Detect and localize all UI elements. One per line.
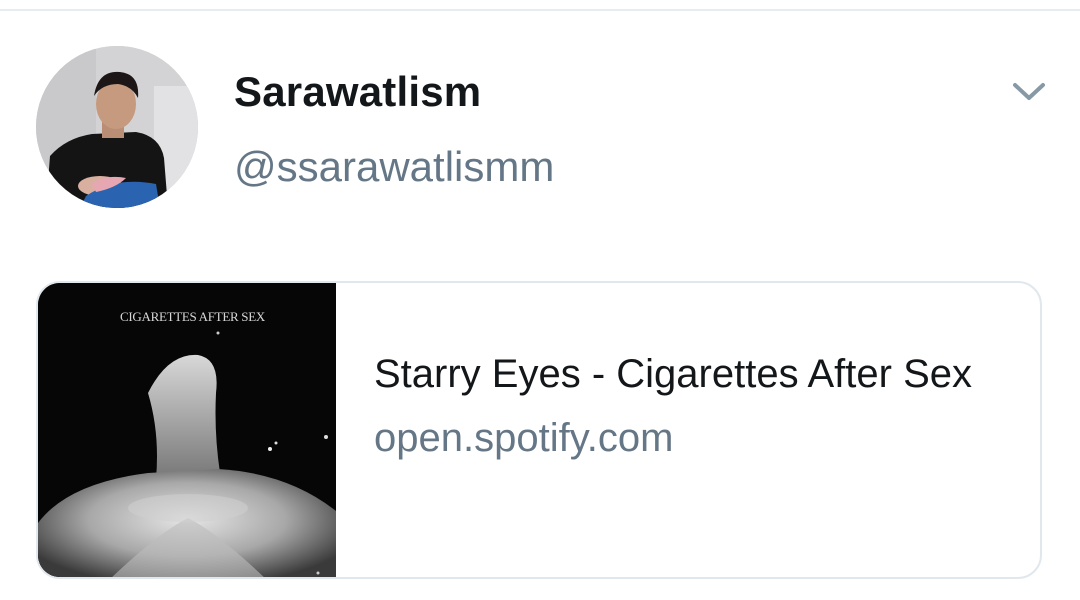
card-title: Starry Eyes - Cigarettes After Sex (374, 352, 972, 396)
tweet: Sarawatlism @ssarawatlismm CIGARETTES AF… (0, 0, 1080, 600)
display-name[interactable]: Sarawatlism (234, 68, 481, 116)
divider (0, 9, 1080, 11)
album-art-text: CIGARETTES AFTER SEX (120, 309, 265, 324)
chevron-down-icon[interactable] (1010, 78, 1048, 106)
card-text: Starry Eyes - Cigarettes After Sex open.… (374, 345, 1014, 467)
user-handle[interactable]: @ssarawatlismm (234, 143, 554, 191)
avatar[interactable] (36, 46, 198, 208)
link-card[interactable]: CIGARETTES AFTER SEX Starry Eyes - Cigar… (36, 281, 1042, 579)
album-art: CIGARETTES AFTER SEX (38, 283, 336, 577)
card-domain: open.spotify.com (374, 416, 674, 460)
